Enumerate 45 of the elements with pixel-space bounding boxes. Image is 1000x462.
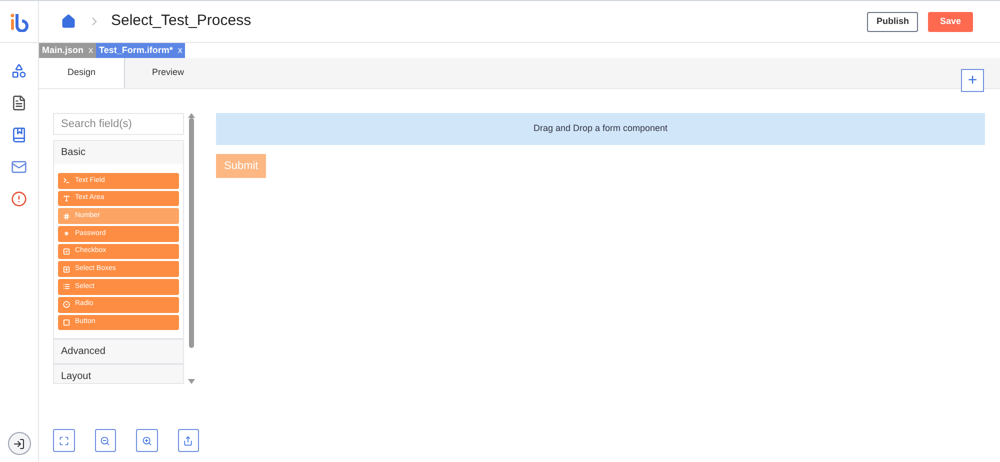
square-icon bbox=[63, 318, 70, 326]
plus-box-icon bbox=[63, 266, 70, 273]
logo-icon bbox=[9, 12, 29, 32]
mail-icon[interactable] bbox=[11, 159, 27, 175]
zoom-in-button[interactable] bbox=[136, 429, 158, 452]
asterisk-icon bbox=[63, 230, 70, 238]
search-field[interactable]: Search field(s) bbox=[53, 113, 184, 135]
share-icon bbox=[183, 436, 194, 446]
checkbox-icon bbox=[63, 248, 70, 256]
shapes-icon[interactable] bbox=[11, 63, 27, 79]
zoom-out-button[interactable] bbox=[94, 429, 116, 452]
terminal-icon bbox=[63, 177, 70, 184]
submit-button[interactable]: Submit bbox=[216, 154, 266, 178]
group-header[interactable]: Basic bbox=[54, 141, 183, 164]
logout-button[interactable] bbox=[8, 432, 30, 455]
alert-icon[interactable] bbox=[11, 191, 27, 207]
fullscreen-icon bbox=[58, 436, 69, 446]
add-button[interactable]: + bbox=[961, 69, 984, 92]
close-icon[interactable]: x bbox=[178, 44, 182, 58]
file-tab[interactable]: Main.json x bbox=[39, 43, 96, 58]
view-tab[interactable]: Design bbox=[39, 58, 125, 88]
save-button[interactable]: Save bbox=[928, 12, 973, 32]
scrollbar[interactable] bbox=[187, 113, 195, 384]
hash-icon bbox=[63, 212, 70, 220]
group-header[interactable]: Layout bbox=[54, 365, 183, 383]
page-title: Select_Test_Process bbox=[111, 11, 252, 32]
book-icon[interactable] bbox=[11, 127, 27, 143]
zoom-out-icon bbox=[100, 436, 110, 446]
dropzone[interactable]: Drag and Drop a form component bbox=[216, 113, 985, 145]
letter-icon bbox=[63, 195, 70, 202]
radio-icon bbox=[63, 301, 70, 308]
document-icon[interactable] bbox=[11, 95, 27, 111]
logout-icon bbox=[13, 438, 25, 450]
export-button[interactable] bbox=[178, 429, 199, 452]
list-icon bbox=[63, 283, 70, 290]
view-tab[interactable]: Preview bbox=[125, 58, 211, 88]
group-header[interactable]: Advanced bbox=[54, 340, 183, 364]
close-icon[interactable]: x bbox=[88, 44, 94, 58]
file-tab[interactable]: Test_Form.iform* x bbox=[96, 43, 186, 58]
scroll-down-icon[interactable] bbox=[188, 379, 194, 384]
scroll-up-icon[interactable] bbox=[188, 113, 194, 118]
home-icon[interactable] bbox=[61, 14, 76, 29]
publish-button[interactable]: Publish bbox=[867, 12, 918, 32]
zoom-in-icon bbox=[142, 436, 152, 446]
fullscreen-button[interactable] bbox=[53, 429, 74, 452]
